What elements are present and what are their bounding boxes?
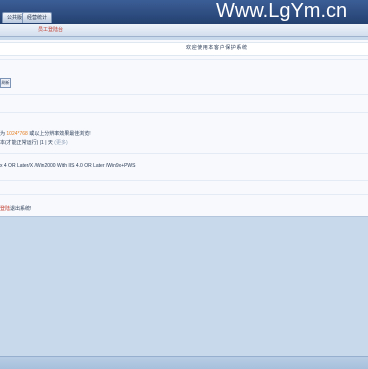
divider — [0, 94, 368, 95]
top-header: 公共版 经营统计 Www.LgYm.cn — [0, 0, 368, 24]
divider — [0, 194, 368, 195]
tab-business-stats[interactable]: 经营统计 — [22, 12, 53, 23]
run-status-line: 本(才能正常运行) |1 | 天 (更多) — [0, 140, 68, 146]
system-requirements: x 4 OR Later/X /Win2000 With IIS 4.0 OR … — [0, 163, 136, 169]
sub-navigation: 员工登陆台 — [0, 24, 368, 37]
more-link[interactable]: (更多) — [54, 140, 67, 146]
divider — [0, 153, 368, 154]
divider — [0, 112, 368, 113]
logout-link[interactable]: 退出系统! — [10, 206, 31, 212]
logout-line: 登陆退出系统! — [0, 206, 31, 213]
page-title: 欢迎使用本客户保护系统 — [186, 45, 248, 51]
staff-login-link[interactable]: 员工登陆台 — [38, 24, 63, 36]
divider — [0, 59, 368, 60]
resolution-value: 1024*768 — [6, 131, 28, 137]
divider — [0, 180, 368, 181]
login-link[interactable]: 登陆 — [0, 206, 10, 212]
main-content-panel: 欢迎使用本客户保护系统 刷新 为 1024*768 或以上分辨率效果最佳浏览! … — [0, 40, 368, 217]
refresh-button[interactable]: 刷新 — [0, 78, 11, 88]
footer-bar — [0, 356, 368, 369]
resolution-tip: 为 1024*768 或以上分辨率效果最佳浏览! — [0, 131, 91, 137]
site-logo: Www.LgYm.cn — [216, 0, 348, 22]
title-strip — [0, 42, 368, 56]
